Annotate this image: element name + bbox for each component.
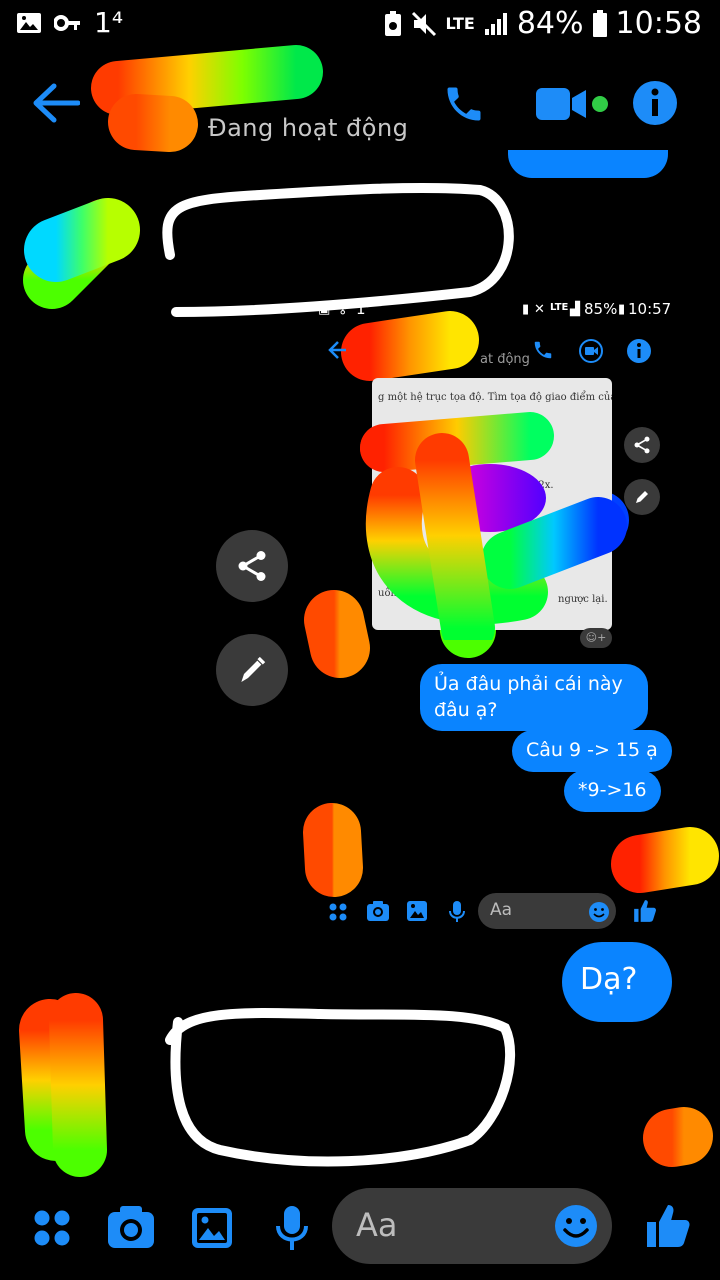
doc-text-line: ngược lại. bbox=[558, 594, 608, 605]
preview-gallery-icon bbox=[407, 901, 427, 921]
doc-text-line: uôn khô bbox=[378, 588, 419, 599]
message-bubble[interactable]: Ủa đâu phải cái này đâu ạ? bbox=[420, 664, 648, 732]
message-input[interactable]: Aa bbox=[332, 1188, 612, 1264]
preview-apps-icon bbox=[329, 903, 347, 921]
preview-like-icon bbox=[634, 900, 656, 922]
preview-composer-placeholder: Aa bbox=[490, 900, 513, 920]
message-bubble[interactable]: Câu 9 -> 15 ạ bbox=[512, 730, 672, 772]
preview-info-icon bbox=[627, 339, 651, 363]
doc-text-line: g một hệ trục tọa độ. Tìm tọa độ giao đi… bbox=[378, 392, 612, 403]
edit-button[interactable] bbox=[216, 634, 288, 706]
microphone-icon[interactable] bbox=[274, 1204, 310, 1252]
preview-data-saver-icon: ▮ bbox=[522, 302, 530, 317]
message-input-placeholder: Aa bbox=[356, 1206, 398, 1244]
preview-count: 1' bbox=[356, 300, 370, 318]
pencil-icon bbox=[636, 491, 648, 503]
gallery-icon[interactable] bbox=[190, 1206, 234, 1250]
emoji-icon[interactable] bbox=[554, 1204, 598, 1248]
preview-active-status: at động bbox=[480, 352, 530, 367]
preview-battery-icon: ▮ bbox=[618, 302, 626, 317]
preview-gallery-icon: ▣ bbox=[318, 302, 331, 317]
preview-battery: 85% bbox=[584, 300, 618, 318]
preview-time: 10:57 bbox=[628, 300, 672, 318]
share-button[interactable] bbox=[216, 530, 288, 602]
share-icon bbox=[238, 551, 266, 581]
preview-add-reaction: ☺+ bbox=[580, 628, 612, 648]
preview-network: LTE bbox=[550, 302, 569, 313]
apps-icon[interactable] bbox=[32, 1208, 72, 1248]
preview-back-icon bbox=[328, 341, 346, 359]
preview-composer: Aa bbox=[478, 893, 616, 929]
camera-icon[interactable] bbox=[106, 1204, 156, 1250]
message-bubble[interactable]: Dạ? bbox=[562, 942, 672, 1022]
preview-mute-icon: ✕ bbox=[534, 302, 545, 317]
message-bubble[interactable]: *9->16 bbox=[564, 770, 661, 812]
preview-share-button bbox=[624, 427, 660, 463]
preview-emoji-icon bbox=[589, 902, 609, 922]
doc-text-line: −2x. bbox=[530, 480, 554, 491]
preview-mic-icon bbox=[449, 901, 465, 922]
like-thumb-icon[interactable] bbox=[644, 1202, 692, 1250]
preview-signal-icon: ▟ bbox=[570, 302, 580, 317]
preview-phone-icon bbox=[534, 341, 552, 359]
shared-photo[interactable]: g một hệ trục tọa độ. Tìm tọa độ giao đi… bbox=[372, 378, 612, 630]
preview-key-icon: ⚷ bbox=[338, 302, 348, 317]
preview-edit-button bbox=[624, 479, 660, 515]
preview-video-icon bbox=[579, 339, 603, 363]
pencil-icon bbox=[241, 656, 266, 682]
scribble-overlay bbox=[19, 45, 719, 1177]
preview-status-bar: ▣ ⚷ 1' ▮ ✕ LTE ▟ 85% ▮ 10:57 bbox=[318, 300, 720, 326]
share-icon bbox=[634, 436, 650, 454]
preview-camera-icon bbox=[367, 901, 389, 921]
